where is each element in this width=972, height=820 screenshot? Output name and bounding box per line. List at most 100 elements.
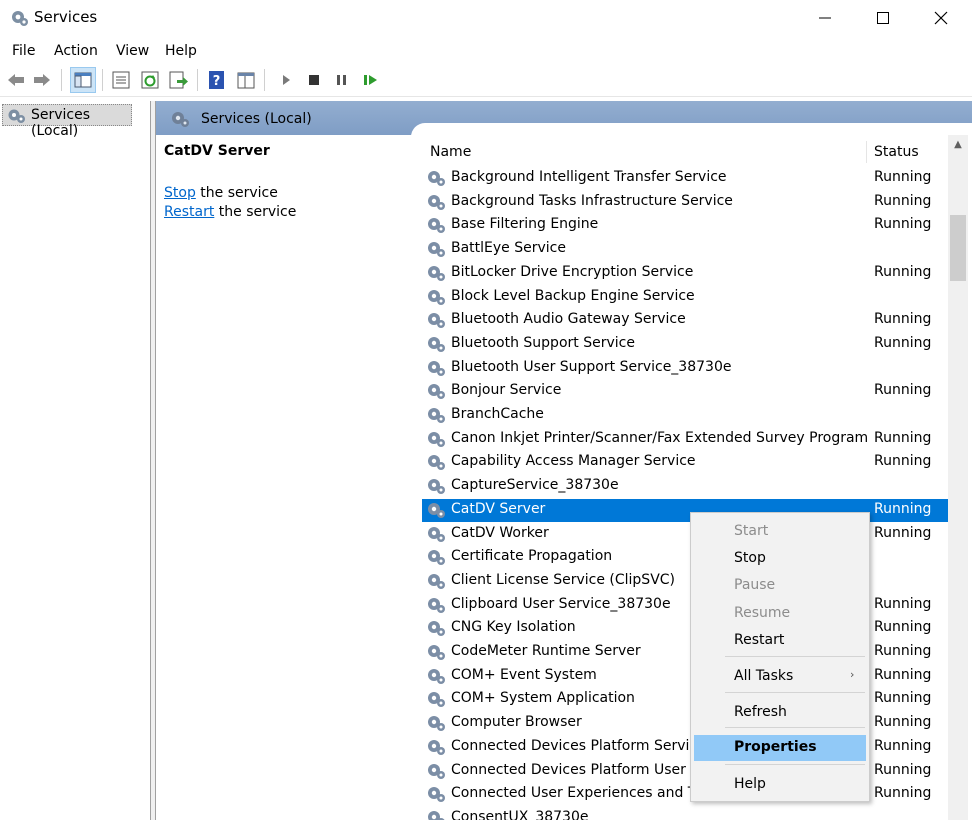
service-row[interactable]: Clipboard User Service_38730e Running: [422, 594, 952, 617]
service-name: Bluetooth User Support Service_38730e: [451, 358, 732, 375]
service-status: Running: [874, 169, 932, 185]
context-menu-item-start: Start: [694, 519, 866, 545]
service-name: Bluetooth Audio Gateway Service: [451, 311, 686, 328]
vertical-scrollbar[interactable]: ▲: [948, 135, 968, 820]
minimize-button[interactable]: [796, 0, 854, 36]
service-row[interactable]: Background Intelligent Transfer Service R…: [422, 167, 952, 190]
toolbar-separator: [197, 69, 198, 91]
tree-item-services-local[interactable]: Services (Local): [2, 104, 132, 139]
maximize-button[interactable]: [854, 0, 912, 36]
service-row[interactable]: Client License Service (ClipSVC): [422, 570, 952, 593]
service-row[interactable]: Background Tasks Infrastructure Service R…: [422, 191, 952, 214]
service-row[interactable]: Capability Access Manager Service Running: [422, 451, 952, 474]
context-menu-item-label: Restart: [734, 632, 785, 648]
export-list-button[interactable]: [167, 69, 189, 91]
scrollbar-thumb[interactable]: [950, 215, 966, 281]
service-row[interactable]: Canon Inkjet Printer/Scanner/Fax Extende…: [422, 428, 952, 451]
service-row[interactable]: BattlEye Service: [422, 238, 952, 261]
properties-button[interactable]: [110, 69, 132, 91]
context-menu-item-label: Resume: [734, 605, 791, 621]
context-menu-item-help[interactable]: Help: [694, 772, 866, 798]
service-gear-icon: [426, 784, 448, 808]
context-menu-item-properties[interactable]: Properties: [694, 735, 866, 761]
service-row[interactable]: Connected User Experiences and Telemetry…: [422, 783, 952, 806]
properties-icon: [112, 71, 130, 89]
scroll-up-arrow-icon[interactable]: ▲: [948, 135, 968, 155]
stop-service-button[interactable]: [303, 69, 325, 91]
context-menu-item-label: Stop: [734, 550, 766, 566]
service-row[interactable]: CatDV Worker Running: [422, 523, 952, 546]
menu-help[interactable]: Help: [165, 43, 197, 59]
service-row[interactable]: COM+ System Application Running: [422, 688, 952, 711]
restart-action-line: Restart the service: [164, 204, 296, 220]
service-status: Running: [874, 524, 932, 541]
service-row[interactable]: Computer Browser Running: [422, 712, 952, 735]
context-menu-item-refresh[interactable]: Refresh: [694, 700, 866, 726]
service-row[interactable]: BitLocker Drive Encryption Service Runnin…: [422, 262, 952, 285]
service-row[interactable]: Bluetooth User Support Service_38730e: [422, 357, 952, 380]
service-gear-icon: [426, 547, 448, 571]
service-name: COM+ Event System: [451, 666, 597, 683]
menu-file[interactable]: File: [12, 43, 35, 59]
service-gear-icon: [426, 405, 448, 429]
service-row[interactable]: Bluetooth Audio Gateway Service Running: [422, 309, 952, 332]
services-gear-icon: [10, 8, 30, 32]
console-view-button[interactable]: [235, 69, 257, 91]
refresh-icon: [141, 71, 159, 89]
title-bar: Services: [0, 0, 972, 36]
show-hide-console-tree-button[interactable]: [70, 67, 96, 93]
menu-view[interactable]: View: [116, 43, 149, 59]
column-divider[interactable]: [866, 141, 867, 163]
service-row[interactable]: Certificate Propagation: [422, 546, 952, 569]
service-name: BattlEye Service: [451, 240, 566, 257]
context-menu-item-all-tasks[interactable]: All Tasks ›: [694, 664, 866, 690]
stop-action-line: Stop the service: [164, 185, 278, 201]
service-name: Block Level Backup Engine Service: [451, 287, 695, 304]
context-menu-item-stop[interactable]: Stop: [694, 546, 866, 572]
sort-ascending-icon: ⌃: [637, 139, 647, 146]
service-name: CodeMeter Runtime Server: [451, 643, 641, 659]
help-button[interactable]: ?: [206, 69, 228, 91]
service-gear-icon: [426, 689, 448, 713]
stop-service-link[interactable]: Stop: [164, 185, 196, 201]
service-name: Capability Access Manager Service: [451, 453, 696, 470]
context-menu-separator: [725, 764, 865, 765]
service-row[interactable]: CNG Key Isolation Running: [422, 617, 952, 640]
service-row[interactable]: ConsentUX_38730e: [422, 807, 952, 820]
pause-service-button[interactable]: [331, 69, 353, 91]
stop-service-icon: [309, 75, 319, 85]
service-row[interactable]: BranchCache: [422, 404, 952, 427]
service-row[interactable]: Bluetooth Support Service Running: [422, 333, 952, 356]
service-row[interactable]: Connected Devices Platform Service Runnin…: [422, 736, 952, 759]
context-menu-item-restart[interactable]: Restart: [694, 628, 866, 654]
service-gear-icon: [426, 452, 448, 476]
service-gear-icon: [426, 808, 448, 820]
service-row[interactable]: Bonjour Service Running: [422, 380, 952, 403]
restart-service-button[interactable]: [359, 69, 381, 91]
refresh-button[interactable]: [139, 69, 161, 91]
forward-button[interactable]: [31, 69, 53, 91]
service-row[interactable]: CatDV Server Running: [422, 498, 952, 522]
close-button[interactable]: [912, 0, 970, 36]
menu-action[interactable]: Action: [54, 43, 98, 59]
service-row[interactable]: COM+ Event System Running: [422, 665, 952, 688]
service-gear-icon: [426, 666, 448, 690]
service-name: Background Intelligent Transfer Service: [451, 169, 727, 185]
service-status: Running: [874, 216, 932, 233]
service-gear-icon: [426, 192, 448, 216]
toolbar-separator: [102, 69, 103, 91]
restart-service-link[interactable]: Restart: [164, 204, 214, 220]
service-row[interactable]: CodeMeter Runtime Server Running: [422, 641, 952, 664]
service-status: Running: [874, 382, 932, 399]
service-row[interactable]: CaptureService_38730e: [422, 475, 952, 498]
service-row[interactable]: Base Filtering Engine Running: [422, 214, 952, 237]
service-name: Bluetooth Support Service: [451, 334, 635, 351]
start-service-button[interactable]: [275, 69, 297, 91]
service-row[interactable]: Connected Devices Platform User Service_…: [422, 760, 952, 783]
back-button[interactable]: [5, 69, 27, 91]
service-status: Running: [874, 429, 932, 446]
service-row[interactable]: Block Level Backup Engine Service: [422, 286, 952, 309]
services-gear-icon: [170, 109, 192, 133]
service-gear-icon: [426, 287, 448, 311]
help-icon: ?: [209, 71, 224, 89]
